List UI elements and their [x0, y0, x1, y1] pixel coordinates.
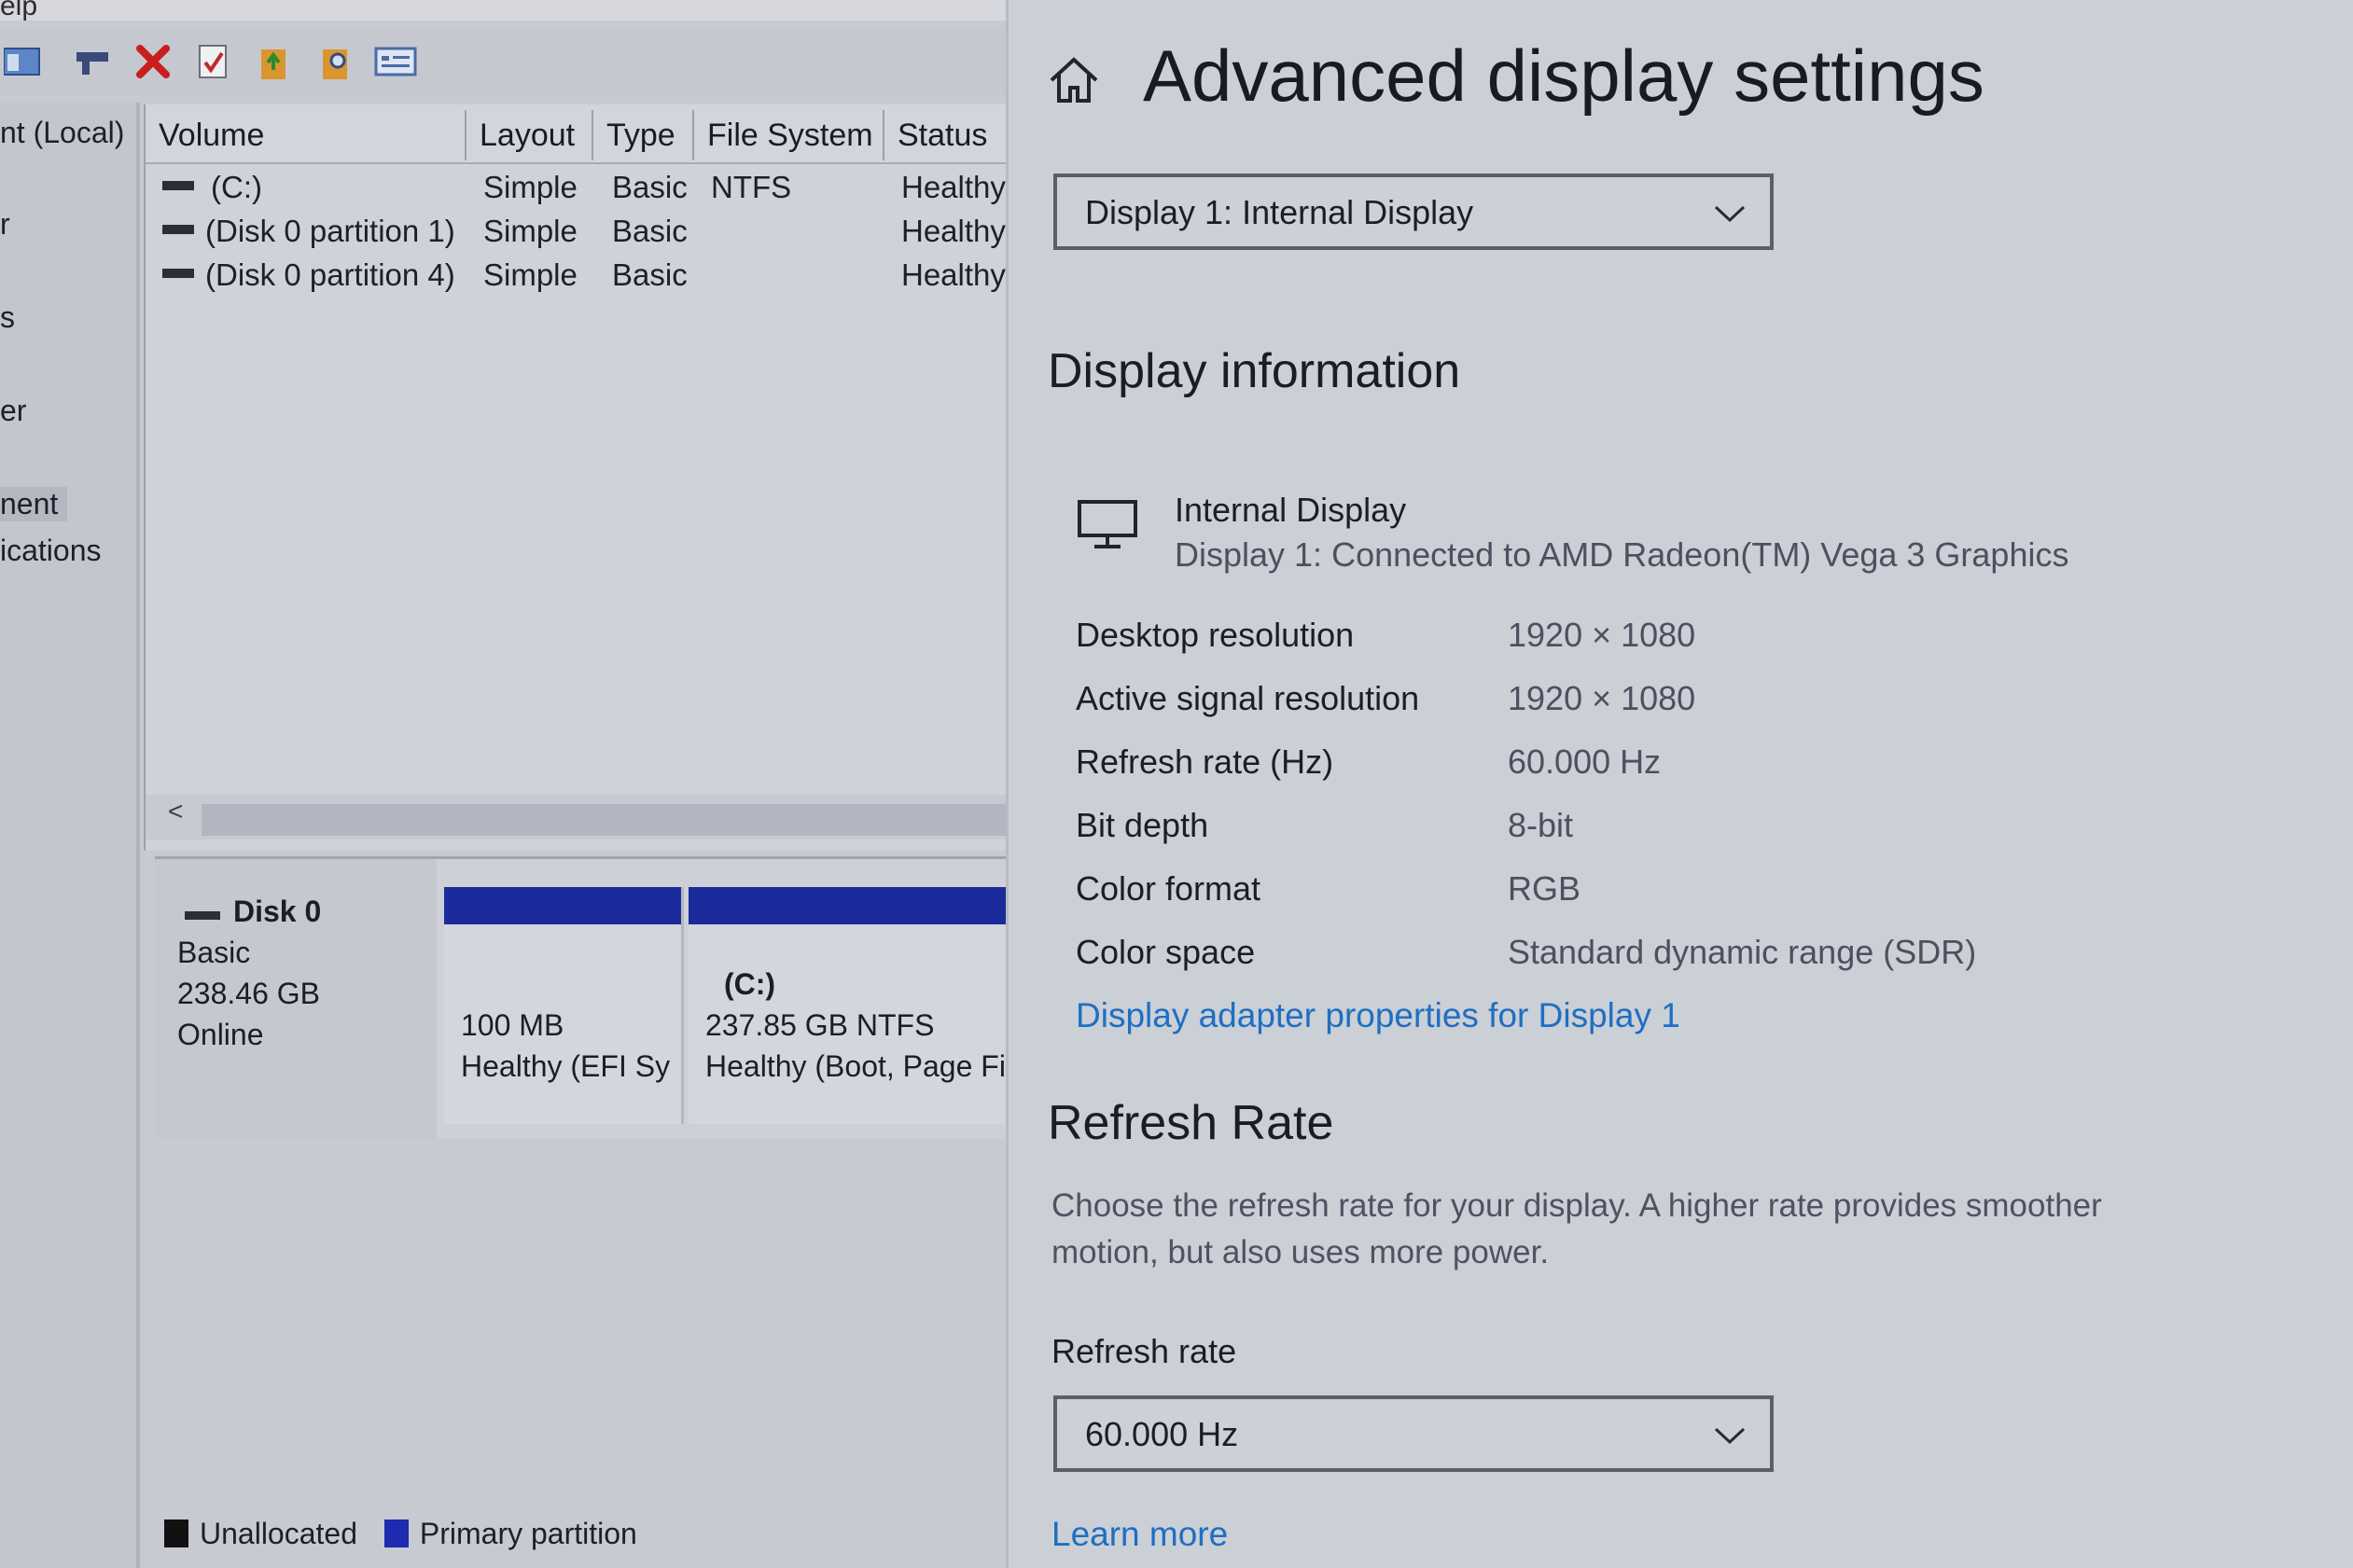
- disk-size: 238.46 GB: [177, 977, 320, 1010]
- cell-layout: Simple: [483, 170, 578, 204]
- column-layout[interactable]: Layout: [466, 110, 593, 160]
- cell-volume: (Disk 0 partition 1): [205, 214, 455, 248]
- menu-help[interactable]: elp: [0, 0, 37, 22]
- table-row[interactable]: (Disk 0 partition 4) Simple Basic Health…: [146, 254, 1006, 297]
- info-label-refresh-rate: Refresh rate (Hz): [1076, 742, 1334, 781]
- legend: Unallocated Primary partition: [164, 1517, 637, 1551]
- cell-volume: (C:): [211, 170, 262, 204]
- disk-drive-icon: [185, 895, 222, 929]
- column-volume[interactable]: Volume: [146, 110, 466, 160]
- chevron-down-icon: [1714, 205, 1746, 223]
- display-adapter-properties-link[interactable]: Display adapter properties for Display 1: [1076, 996, 1680, 1035]
- partition-bar: [444, 887, 681, 924]
- disk-0-info[interactable]: Disk 0 Basic 238.46 GB Online: [155, 859, 437, 1139]
- display-subtitle: Display 1: Connected to AMD Radeon(TM) V…: [1175, 535, 2069, 574]
- scroll-left-arrow[interactable]: <: [168, 797, 183, 826]
- drive-icon: [162, 269, 194, 278]
- disk-management-window: elp nt (Local) r s er nent ications Volu…: [0, 0, 1006, 1568]
- info-value-bit-depth: 8-bit: [1508, 806, 1574, 844]
- disk-name: Disk 0: [233, 895, 322, 928]
- table-row[interactable]: (C:) Simple Basic NTFS Healthy: [146, 166, 1006, 209]
- info-value-desktop-resolution: 1920 × 1080: [1508, 616, 1696, 654]
- cell-type: Basic: [612, 170, 688, 204]
- display-name: Internal Display: [1175, 491, 1407, 529]
- legend-swatch-primary: [383, 1519, 409, 1547]
- cell-status: Healthy: [901, 170, 1006, 204]
- info-label-active-signal-resolution: Active signal resolution: [1076, 679, 1420, 717]
- nav-item-2[interactable]: r: [0, 207, 10, 242]
- info-label-desktop-resolution: Desktop resolution: [1076, 616, 1355, 654]
- disk-map: Disk 0 Basic 238.46 GB Online 100 MB Hea…: [155, 856, 1006, 1139]
- info-value-color-format: RGB: [1508, 869, 1581, 908]
- info-label-color-format: Color format: [1076, 869, 1261, 908]
- console-tree: nt (Local) r s er nent ications: [0, 103, 140, 1568]
- partition-size: 100 MB: [461, 1008, 564, 1042]
- delete-icon[interactable]: [131, 39, 175, 84]
- up-folder-icon[interactable]: [252, 39, 297, 84]
- page-title: Advanced display settings: [1143, 35, 1984, 117]
- search-folder-icon[interactable]: [313, 39, 358, 84]
- cell-type: Basic: [612, 257, 688, 292]
- scrollbar-thumb[interactable]: [202, 804, 1006, 836]
- column-type[interactable]: Type: [593, 110, 694, 160]
- info-value-refresh-rate: 60.000 Hz: [1508, 742, 1662, 781]
- horizontal-scrollbar[interactable]: <: [146, 795, 1006, 840]
- info-label-bit-depth: Bit depth: [1076, 806, 1209, 844]
- nav-item-computer-management[interactable]: nt (Local): [0, 116, 124, 150]
- partition-status: Healthy (Boot, Page Fi: [705, 1049, 1006, 1083]
- drive-icon: [162, 181, 194, 190]
- nav-item-disk-management[interactable]: nent: [0, 487, 68, 521]
- drive-icon: [162, 225, 194, 234]
- disk-type: Basic: [177, 936, 251, 969]
- properties-icon[interactable]: [190, 39, 235, 84]
- cell-file-system: NTFS: [711, 170, 792, 204]
- column-status[interactable]: Status: [884, 110, 1006, 160]
- display-select[interactable]: Display 1: Internal Display: [1053, 173, 1774, 250]
- cell-status: Healthy: [901, 257, 1006, 292]
- chevron-down-icon: [1714, 1427, 1746, 1445]
- connect-icon[interactable]: [71, 39, 116, 84]
- legend-primary: Primary partition: [419, 1517, 637, 1550]
- cell-layout: Simple: [483, 214, 578, 248]
- partition-status: Healthy (EFI Sy: [461, 1049, 671, 1083]
- info-value-color-space: Standard dynamic range (SDR): [1508, 933, 1977, 971]
- nav-item-3[interactable]: s: [0, 300, 15, 335]
- partition-label: (C:): [724, 967, 776, 1001]
- home-icon[interactable]: [1046, 54, 1102, 111]
- console-tree-icon[interactable]: [0, 39, 45, 84]
- help-view-icon[interactable]: [373, 39, 418, 84]
- display-info-heading: Display information: [1048, 344, 1461, 398]
- partition-efi[interactable]: 100 MB Healthy (EFI Sy: [444, 887, 684, 1124]
- partition-size: 237.85 GB NTFS: [705, 1008, 935, 1042]
- nav-item-4[interactable]: er: [0, 394, 26, 428]
- menu-bar: elp: [0, 0, 1006, 21]
- partition-c[interactable]: (C:) 237.85 GB NTFS Healthy (Boot, Page …: [689, 887, 1006, 1124]
- disk-state: Online: [177, 1018, 264, 1051]
- cell-volume: (Disk 0 partition 4): [205, 257, 455, 292]
- column-file-system[interactable]: File System: [694, 110, 884, 160]
- learn-more-link[interactable]: Learn more: [1051, 1515, 1228, 1554]
- table-row[interactable]: (Disk 0 partition 1) Simple Basic Health…: [146, 210, 1006, 253]
- info-value-active-signal-resolution: 1920 × 1080: [1508, 679, 1696, 717]
- display-select-value: Display 1: Internal Display: [1085, 193, 1474, 231]
- legend-unallocated: Unallocated: [200, 1517, 357, 1550]
- volume-list-header: Volume Layout Type File System Status: [146, 104, 1006, 164]
- partition-bar: [689, 887, 1006, 924]
- nav-item-applications[interactable]: ications: [0, 534, 102, 568]
- volume-list: Volume Layout Type File System Status (C…: [144, 104, 1006, 851]
- cell-layout: Simple: [483, 257, 578, 292]
- settings-window: Advanced display settings Display 1: Int…: [1006, 0, 2353, 1568]
- cell-type: Basic: [612, 214, 688, 248]
- toolbar: [0, 28, 1006, 95]
- refresh-rate-label: Refresh rate: [1051, 1332, 1237, 1370]
- monitor-icon: [1078, 500, 1139, 555]
- refresh-rate-heading: Refresh Rate: [1048, 1096, 1334, 1150]
- refresh-rate-description: Choose the refresh rate for your display…: [1051, 1187, 2102, 1270]
- refresh-rate-select[interactable]: 60.000 Hz: [1053, 1395, 1774, 1472]
- cell-status: Healthy: [901, 214, 1006, 248]
- legend-swatch-unallocated: [164, 1519, 188, 1547]
- refresh-rate-select-value: 60.000 Hz: [1085, 1415, 1239, 1453]
- info-label-color-space: Color space: [1076, 933, 1256, 971]
